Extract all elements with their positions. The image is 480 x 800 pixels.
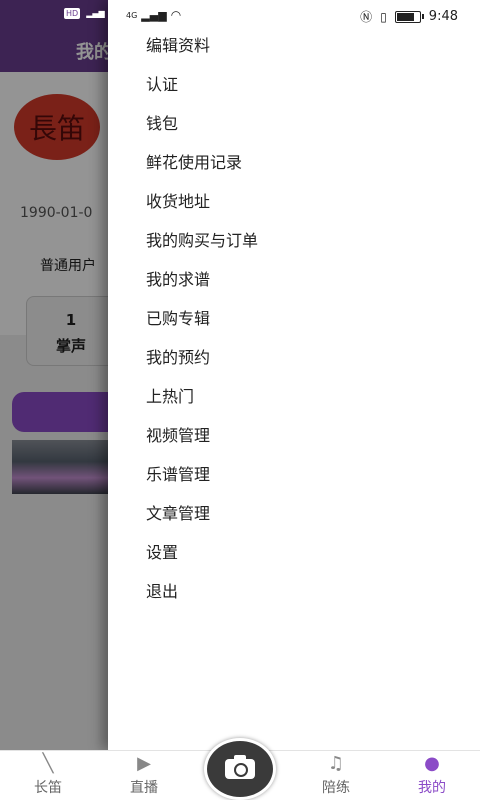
hd-badge: HD bbox=[64, 8, 81, 19]
user-icon: ● bbox=[424, 753, 440, 774]
menu-item-appointments[interactable]: 我的预约 bbox=[146, 346, 258, 385]
flute-icon: ╲ bbox=[42, 753, 54, 774]
side-drawer: 编辑资料 认证 钱包 鲜花使用记录 收货地址 我的购买与订单 我的求谱 已购专辑… bbox=[108, 0, 480, 750]
music-sheet-icon: ♫ bbox=[327, 753, 345, 774]
video-camera-icon: ▶ bbox=[137, 753, 151, 774]
clock: 9:48 bbox=[428, 9, 458, 24]
menu-item-settings[interactable]: 设置 bbox=[146, 541, 258, 580]
battery-fill bbox=[396, 12, 415, 21]
menu-item-sheet-management[interactable]: 乐谱管理 bbox=[146, 463, 258, 502]
wifi-icon: ◠ bbox=[170, 8, 182, 22]
battery-icon bbox=[394, 10, 424, 23]
menu-item-flower-records[interactable]: 鲜花使用记录 bbox=[146, 151, 258, 190]
tab-flute[interactable]: ╲ 长笛 bbox=[8, 751, 88, 800]
vibrate-icon: ▯ bbox=[380, 9, 387, 24]
signal-icon: ▂▄▆ bbox=[86, 9, 105, 18]
status-bar: HD ▂▄▆ 4G ▂▄▆ ◠ Ⓝ ▯ 9:48 bbox=[0, 0, 480, 28]
menu-item-edit-profile[interactable]: 编辑资料 bbox=[146, 34, 258, 73]
menu-item-purchased-albums[interactable]: 已购专辑 bbox=[146, 307, 258, 346]
tab-label-practice: 陪练 bbox=[322, 780, 350, 796]
nfc-icon: Ⓝ bbox=[360, 10, 373, 24]
tab-label-mine: 我的 bbox=[418, 780, 446, 796]
tab-label-flute: 长笛 bbox=[34, 780, 62, 796]
menu-item-article-management[interactable]: 文章管理 bbox=[146, 502, 258, 541]
status-right: Ⓝ ▯ 9:48 bbox=[360, 8, 458, 25]
menu-item-logout[interactable]: 退出 bbox=[146, 580, 258, 619]
tab-label-live: 直播 bbox=[130, 780, 158, 796]
camera-icon bbox=[225, 755, 255, 779]
menu-item-video-management[interactable]: 视频管理 bbox=[146, 424, 258, 463]
tab-mine[interactable]: ● 我的 bbox=[392, 751, 472, 800]
status-left-2: 4G ▂▄▆ ◠ bbox=[126, 8, 181, 22]
menu-item-purchases-orders[interactable]: 我的购买与订单 bbox=[146, 229, 258, 268]
tab-live[interactable]: ▶ 直播 bbox=[104, 751, 184, 800]
menu-item-trending[interactable]: 上热门 bbox=[146, 385, 258, 424]
signal-strength-icon: ▂▄▆ bbox=[141, 8, 167, 22]
menu-item-shipping-address[interactable]: 收货地址 bbox=[146, 190, 258, 229]
drawer-menu: 编辑资料 认证 钱包 鲜花使用记录 收货地址 我的购买与订单 我的求谱 已购专辑… bbox=[146, 34, 258, 619]
menu-item-sheet-requests[interactable]: 我的求谱 bbox=[146, 268, 258, 307]
status-left: HD ▂▄▆ bbox=[64, 8, 105, 19]
network-4g-label: 4G bbox=[126, 10, 138, 20]
menu-item-certification[interactable]: 认证 bbox=[146, 73, 258, 112]
menu-item-wallet[interactable]: 钱包 bbox=[146, 112, 258, 151]
tab-practice[interactable]: ♫ 陪练 bbox=[296, 751, 376, 800]
camera-button[interactable] bbox=[204, 738, 276, 800]
